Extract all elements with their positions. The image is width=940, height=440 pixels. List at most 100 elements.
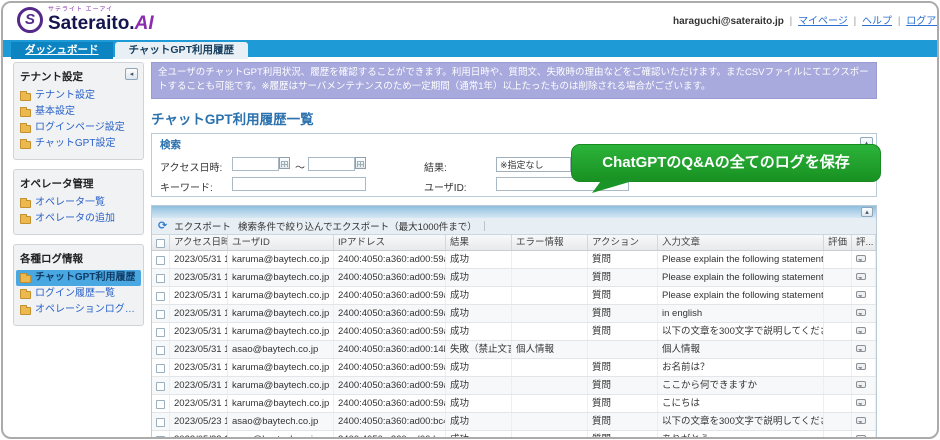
row-checkbox[interactable] [156, 382, 165, 391]
sidebar-item[interactable]: オペレータ一覧 [20, 195, 137, 211]
sidebar-item[interactable]: オペレータの追加 [20, 211, 137, 227]
comment-bubble-icon[interactable] [856, 345, 866, 352]
sidebar-item[interactable]: チャットGPT利用履歴 [16, 270, 141, 286]
column-header[interactable]: 結果 [446, 235, 512, 250]
cell-user-id: karuma@baytech.co.jp [228, 251, 334, 268]
table-row: 2023/05/23 1...asao@baytech.co.jp2400:40… [152, 431, 876, 440]
cell-rating [824, 395, 852, 412]
sidebar-section-title: オペレータ管理 [20, 176, 137, 191]
cell-rating [824, 269, 852, 286]
cell-result: 失敗（禁止文言） [446, 341, 512, 358]
row-checkbox[interactable] [156, 418, 165, 427]
cell-ip-address: 2400:4050:a360:ad00:14bb:c578... [334, 341, 446, 358]
export-button[interactable]: エクスポート [174, 219, 231, 233]
logout-link[interactable]: ログアウト [906, 16, 937, 27]
column-header[interactable]: 入力文章 [658, 235, 824, 250]
cell-action [588, 341, 658, 358]
filtered-export-button[interactable]: 検索条件で絞り込んでエクスポート（最大1000件まで） [238, 219, 477, 233]
comment-bubble-icon[interactable] [856, 399, 866, 406]
sidebar-item[interactable]: チャットGPT設定 [20, 136, 137, 152]
row-checkbox-cell [152, 269, 170, 286]
date-range-separator: ～ [295, 159, 305, 174]
comment-bubble-icon[interactable] [856, 363, 866, 370]
row-checkbox[interactable] [156, 436, 165, 439]
cell-ip-address: 2400:4050:a360:ad00:bc4f:d88e... [334, 431, 446, 440]
sidebar-section: 各種ログ情報チャットGPT利用履歴ログイン履歴一覧オペレーションログ一覧 [13, 244, 144, 326]
cell-input-text: Please explain the following statement i… [658, 269, 824, 286]
calendar-icon[interactable] [355, 157, 366, 169]
cell-result: 成功 [446, 413, 512, 430]
sidebar-item[interactable]: ログイン履歴一覧 [20, 286, 137, 302]
refresh-icon[interactable]: ⟳ [158, 219, 167, 233]
column-header[interactable]: アクション [588, 235, 658, 250]
list-collapse-button[interactable]: ▴ [861, 207, 873, 217]
column-header[interactable]: アクセス日時 [170, 235, 228, 250]
sidebar-collapse-button[interactable]: ◂ [125, 68, 138, 80]
cell-ip-address: 2400:4050:a360:ad00:59a9:cc56... [334, 269, 446, 286]
sidebar-section: テナント設定◂テナント設定基本設定ログインページ設定チャットGPT設定 [13, 62, 144, 160]
column-header[interactable]: IPアドレス [334, 235, 446, 250]
table-row: 2023/05/31 1...karuma@baytech.co.jp2400:… [152, 377, 876, 395]
sidebar-item[interactable]: テナント設定 [20, 88, 137, 104]
comment-bubble-icon[interactable] [856, 255, 866, 262]
sidebar-item-label: オペレータの追加 [35, 211, 115, 227]
column-header[interactable]: 評... [852, 235, 876, 250]
comment-bubble-icon[interactable] [856, 291, 866, 298]
comment-bubble-icon[interactable] [856, 273, 866, 280]
sidebar-item[interactable]: オペレーションログ一覧 [20, 302, 137, 318]
callout-bubble: ChatGPTのQ&Aの全てのログを保存 [571, 144, 881, 182]
comment-bubble-icon[interactable] [856, 381, 866, 388]
row-checkbox[interactable] [156, 400, 165, 409]
row-checkbox[interactable] [156, 364, 165, 373]
column-header[interactable]: ユーザID [228, 235, 334, 250]
row-checkbox-cell [152, 359, 170, 376]
sidebar-item[interactable]: 基本設定 [20, 104, 137, 120]
table-row: 2023/05/31 1...karuma@baytech.co.jp2400:… [152, 269, 876, 287]
cell-error-info [512, 377, 588, 394]
sidebar-item[interactable]: ログインページ設定 [20, 120, 137, 136]
cell-input-text: 個人情報 [658, 341, 824, 358]
keyword-input[interactable] [232, 177, 366, 191]
row-checkbox[interactable] [156, 274, 165, 283]
tab-dashboard[interactable]: ダッシュボード [11, 42, 113, 59]
access-date-to-input[interactable] [308, 157, 355, 171]
cell-result: 成功 [446, 395, 512, 412]
help-link[interactable]: ヘルプ [862, 16, 892, 27]
comment-bubble-icon[interactable] [856, 417, 866, 424]
cell-rating-comment [852, 395, 876, 412]
folder-icon [20, 275, 31, 283]
cell-user-id: karuma@baytech.co.jp [228, 323, 334, 340]
row-checkbox[interactable] [156, 292, 165, 301]
cell-access-date: 2023/05/31 1... [170, 341, 228, 358]
select-all-checkbox[interactable] [156, 239, 165, 248]
cell-access-date: 2023/05/31 1... [170, 359, 228, 376]
row-checkbox[interactable] [156, 256, 165, 265]
comment-bubble-icon[interactable] [856, 435, 866, 440]
mypage-link[interactable]: マイページ [798, 16, 848, 27]
comment-bubble-icon[interactable] [856, 309, 866, 316]
access-date-from-input[interactable] [232, 157, 279, 171]
cell-access-date: 2023/05/31 1... [170, 395, 228, 412]
tab-bar: ダッシュボードチャットGPT利用履歴 [3, 40, 937, 57]
column-header[interactable]: 評価 [824, 235, 852, 250]
row-checkbox[interactable] [156, 328, 165, 337]
row-checkbox[interactable] [156, 346, 165, 355]
table-row: 2023/05/31 1...karuma@baytech.co.jp2400:… [152, 359, 876, 377]
folder-icon [20, 307, 31, 315]
cell-error-info [512, 431, 588, 440]
column-header[interactable]: エラー情報 [512, 235, 588, 250]
folder-icon [20, 200, 31, 208]
cell-rating-comment [852, 251, 876, 268]
header-user-area: haraguchi@sateraito.jp | マイページ | ヘルプ | ロ… [673, 12, 937, 27]
cell-rating-comment [852, 359, 876, 376]
cell-input-text: ここから何できますか [658, 377, 824, 394]
row-checkbox[interactable] [156, 310, 165, 319]
cell-action: 質問 [588, 287, 658, 304]
tab-chatgpt-usage-history[interactable]: チャットGPT利用履歴 [115, 42, 248, 59]
sidebar-section: オペレータ管理オペレータ一覧オペレータの追加 [13, 169, 144, 235]
cell-result: 成功 [446, 305, 512, 322]
calendar-icon[interactable] [279, 157, 290, 169]
cell-ip-address: 2400:4050:a360:ad00:59a9:cc56... [334, 305, 446, 322]
comment-bubble-icon[interactable] [856, 327, 866, 334]
cell-rating [824, 431, 852, 440]
